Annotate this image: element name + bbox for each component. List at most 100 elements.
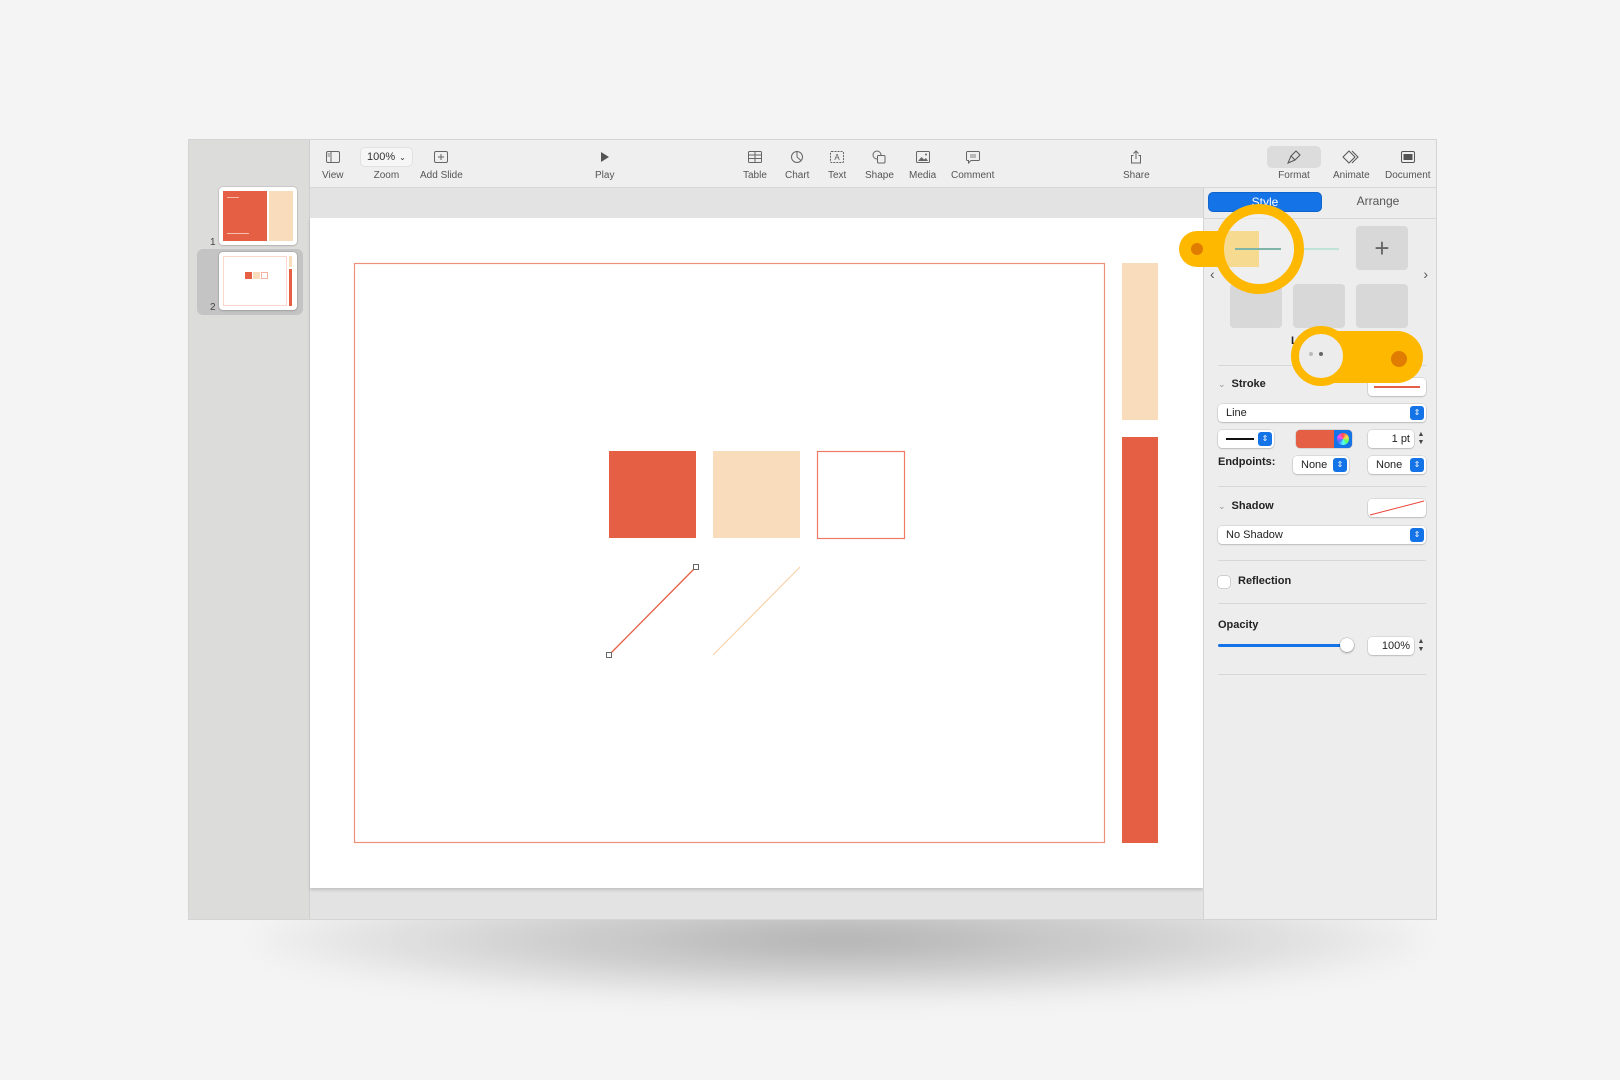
- stroke-width-stepper[interactable]: ▲ ▼: [1416, 430, 1426, 448]
- text-box-icon: A: [830, 146, 845, 168]
- svg-text:A: A: [835, 153, 841, 162]
- peach-square-shape[interactable]: [713, 451, 800, 538]
- stroke-type-popup[interactable]: Line ⇕: [1218, 404, 1426, 422]
- zoom-label: Zoom: [373, 170, 400, 181]
- document-label: Document: [1385, 170, 1431, 181]
- shape-button[interactable]: Shape: [865, 146, 894, 181]
- shadow-type-value: No Shadow: [1226, 529, 1283, 541]
- share-label: Share: [1123, 170, 1150, 181]
- slide-thumbnail-preview: [219, 252, 297, 310]
- no-shadow-slash-icon: [1369, 500, 1425, 516]
- opacity-slider-track[interactable]: [1218, 644, 1346, 647]
- shape-label: Shape: [865, 170, 894, 181]
- chevron-down-icon: ⌄: [399, 152, 406, 162]
- add-slide-button[interactable]: Add Slide: [420, 146, 463, 181]
- table-button[interactable]: Table: [743, 146, 767, 181]
- opacity-field[interactable]: 100%: [1368, 637, 1414, 655]
- stroke-width-field[interactable]: 1 pt: [1368, 430, 1414, 448]
- plus-icon: +: [1374, 233, 1390, 263]
- comment-button[interactable]: Comment: [951, 146, 994, 181]
- callout-magnifier-lens-small: [1291, 326, 1351, 386]
- selected-red-line[interactable]: [608, 566, 697, 656]
- stroke-title: Stroke: [1231, 378, 1266, 390]
- callout-marker-dot: [1191, 243, 1203, 255]
- comment-icon: [965, 146, 980, 168]
- color-wheel-button[interactable]: [1334, 430, 1352, 448]
- slide-number: 1: [210, 237, 216, 248]
- stroke-section-header[interactable]: ⌄ Stroke: [1218, 378, 1266, 390]
- chevron-right-icon[interactable]: ›: [1423, 266, 1428, 282]
- play-icon: [600, 146, 610, 168]
- line-end-handle[interactable]: [693, 564, 699, 570]
- share-button[interactable]: Share: [1123, 146, 1150, 181]
- slide-thumbnail-2[interactable]: 2: [197, 249, 303, 315]
- reflection-checkbox[interactable]: [1218, 576, 1230, 588]
- updown-chevron-icon: ⇕: [1333, 458, 1347, 472]
- endpoint-start-popup[interactable]: None ⇕: [1293, 456, 1349, 474]
- view-label: View: [322, 170, 344, 181]
- keynote-window: 1 2 View 100% ⌄ Zoom Add Slide Play Tabl…: [188, 139, 1437, 920]
- opacity-value: 100%: [1381, 640, 1410, 652]
- text-label: Text: [828, 170, 847, 181]
- updown-chevron-icon: ⇕: [1410, 406, 1424, 420]
- play-label: Play: [595, 170, 615, 181]
- solid-line-icon: [1226, 438, 1254, 440]
- shadow-section-header[interactable]: ⌄ Shadow: [1218, 500, 1274, 512]
- chevron-down-icon: ⌄: [1218, 500, 1226, 511]
- outline-square-shape[interactable]: [816, 450, 906, 540]
- line-pattern-popup[interactable]: ⇕: [1218, 430, 1274, 448]
- line-start-handle[interactable]: [606, 652, 612, 658]
- line-style-preset-6[interactable]: [1356, 284, 1408, 328]
- chart-icon: [790, 146, 804, 168]
- share-icon: [1130, 146, 1142, 168]
- stroke-color-well[interactable]: [1296, 430, 1352, 448]
- slide-objects: [353, 262, 1158, 844]
- opacity-stepper[interactable]: ▲ ▼: [1416, 637, 1426, 655]
- peach-line[interactable]: [712, 566, 801, 656]
- format-inspector: Style Arrange + ‹ › Line Styles ⌄ Stroke: [1203, 188, 1436, 919]
- zoom-popup[interactable]: 100% ⌄: [360, 147, 413, 167]
- media-label: Media: [909, 170, 937, 181]
- table-icon: [747, 146, 762, 168]
- slide-thumbnail-preview: [219, 187, 297, 245]
- reflection-label: Reflection: [1238, 575, 1292, 587]
- slide-canvas[interactable]: [310, 218, 1203, 888]
- peach-bar-shape[interactable]: [1122, 263, 1158, 420]
- zoom-control[interactable]: 100% ⌄ Zoom: [360, 146, 413, 181]
- view-button[interactable]: View: [322, 146, 344, 181]
- document-icon: [1400, 146, 1415, 168]
- media-button[interactable]: Media: [909, 146, 936, 181]
- updown-chevron-icon: ⇕: [1410, 528, 1424, 542]
- opacity-label: Opacity: [1218, 619, 1259, 631]
- endpoint-end-popup[interactable]: None ⇕: [1368, 456, 1426, 474]
- animate-button[interactable]: Animate: [1333, 146, 1370, 181]
- red-bar-shape[interactable]: [1122, 437, 1158, 843]
- tab-arrange[interactable]: Arrange: [1322, 192, 1434, 212]
- slide-number: 2: [210, 302, 216, 313]
- text-button[interactable]: A Text: [828, 146, 846, 181]
- endpoints-label: Endpoints:: [1218, 456, 1276, 468]
- slide-canvas-area: [310, 188, 1203, 919]
- red-square-shape[interactable]: [609, 451, 696, 538]
- color-wheel-icon: [1337, 433, 1349, 445]
- opacity-slider-knob[interactable]: [1340, 638, 1354, 652]
- chart-button[interactable]: Chart: [785, 146, 809, 181]
- callout-marker-dot: [1391, 351, 1407, 367]
- stroke-type-value: Line: [1226, 407, 1247, 419]
- chevron-left-icon[interactable]: ‹: [1210, 266, 1215, 282]
- chevron-down-icon: ⌄: [1218, 378, 1226, 389]
- table-label: Table: [743, 170, 767, 181]
- document-button[interactable]: Document: [1385, 146, 1431, 181]
- shadow-type-popup[interactable]: No Shadow ⇕: [1218, 526, 1426, 544]
- play-button[interactable]: Play: [595, 146, 614, 181]
- format-label: Format: [1278, 170, 1310, 181]
- media-icon: [915, 146, 930, 168]
- line-style-preset-5[interactable]: [1293, 284, 1345, 328]
- diamond-icon: [1342, 146, 1360, 168]
- slide-thumbnail-1[interactable]: 1: [197, 184, 303, 250]
- outline-frame-shape[interactable]: [353, 262, 1106, 844]
- format-button[interactable]: Format: [1267, 146, 1321, 181]
- add-slide-label: Add Slide: [420, 170, 463, 181]
- add-style-button[interactable]: +: [1356, 226, 1408, 270]
- zoom-value: 100%: [367, 151, 396, 163]
